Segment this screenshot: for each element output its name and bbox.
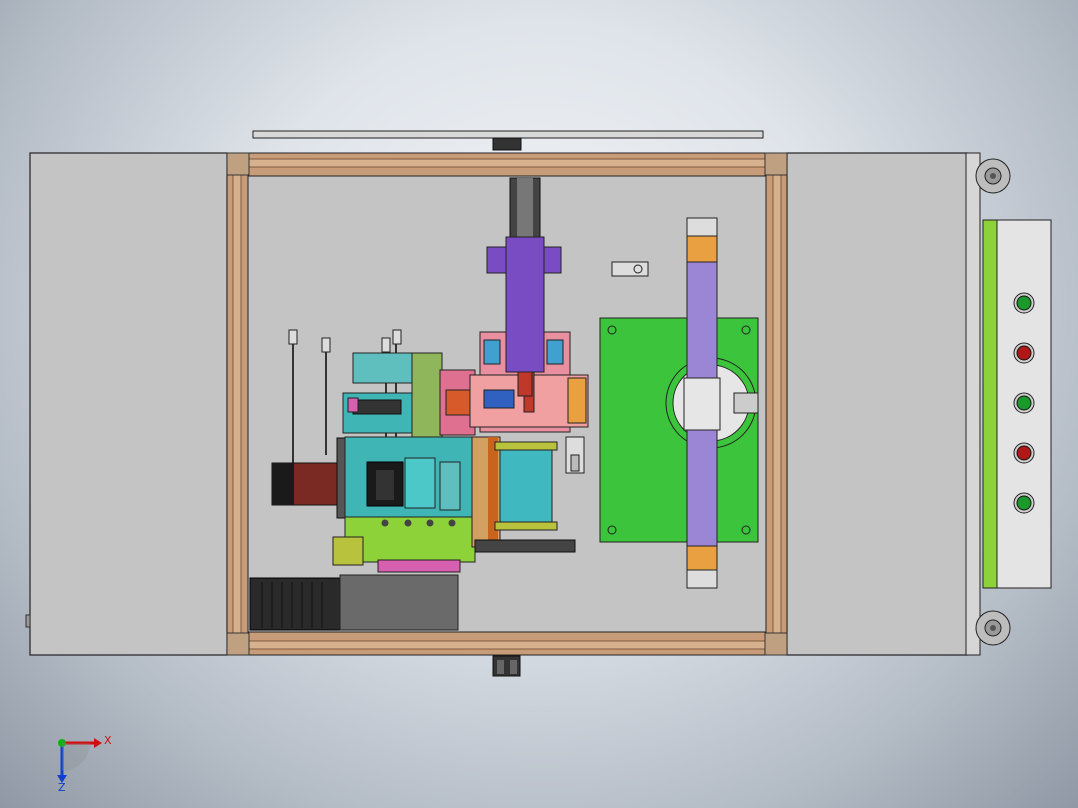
right-cover-panel — [786, 152, 968, 656]
bottom-clamp — [492, 655, 521, 677]
caster-bottom — [975, 610, 1011, 646]
caster-top — [975, 158, 1011, 194]
right-edge-strip — [965, 152, 981, 656]
bracket-part — [611, 261, 649, 277]
drum-motor — [499, 444, 553, 528]
indicator-1-light — [1013, 292, 1035, 314]
indicator-3-light — [1013, 392, 1035, 414]
bracket-part-2 — [565, 436, 585, 474]
indicator-4-light — [1013, 442, 1035, 464]
z-axis-label: Z — [58, 781, 66, 794]
left-cover-panel — [29, 152, 228, 656]
linear-gantry — [683, 217, 721, 589]
control-panel-strip — [982, 219, 998, 589]
top-slide-rail — [252, 130, 764, 151]
axis-triad: X Z — [57, 734, 112, 794]
indicator-2-light — [1013, 342, 1035, 364]
cad-viewport[interactable]: X Z — [0, 0, 1078, 808]
indicator-5-light — [1013, 492, 1035, 514]
stepper-motor — [249, 577, 341, 631]
x-axis-label: X — [104, 734, 112, 747]
left-latch — [25, 614, 31, 628]
fixture-plate — [599, 317, 759, 543]
